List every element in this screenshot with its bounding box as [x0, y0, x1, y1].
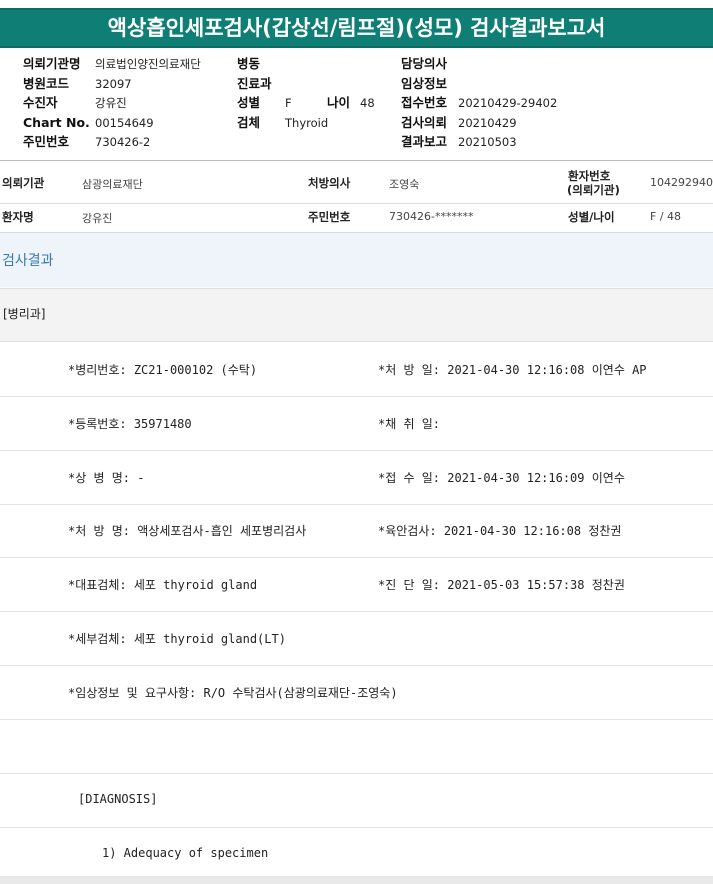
- specimen-label: 검체: [237, 114, 261, 130]
- diagnosis-item: 1) Adequacy of specimen: [102, 846, 269, 860]
- result-left-5: *대표검체: 세포 thyroid gland: [68, 578, 258, 592]
- info-rrn-value: 730426-*******: [389, 210, 474, 223]
- result-left-7: *임상정보 및 요구사항: R/O 수탁검사(삼광의료재단-조영숙): [68, 686, 398, 700]
- info-inst-label: 의뢰기관: [2, 176, 45, 190]
- receipt-no-label: 접수번호: [401, 95, 448, 110]
- chart-no-label: Chart No.: [23, 114, 90, 130]
- ward-label: 병동: [237, 56, 261, 71]
- result-divider: [0, 557, 713, 558]
- result-left-3: *상 병 명: -: [68, 471, 145, 485]
- result-divider: [0, 396, 713, 397]
- report-date-value: 20210503: [458, 135, 517, 149]
- header-divider: [0, 160, 713, 161]
- age-value: 48: [360, 96, 375, 110]
- result-left-2: *등록번호: 35971480: [68, 417, 192, 431]
- info-sexage-value: F / 48: [650, 210, 682, 223]
- chart-no-value: 00154649: [95, 115, 154, 130]
- result-right-1: *처 방 일: 2021-04-30 12:16:08 이연수 AP: [378, 363, 647, 377]
- header-col1: 의뢰기관명 의료법인양진의료재단 병원코드 32097 수진자 강유진 Chart N…: [23, 54, 201, 152]
- specimen-value: Thyroid: [285, 115, 329, 130]
- clinical-info-label: 임상정보: [401, 75, 448, 91]
- receipt-no-value: 20210429-29402: [458, 96, 558, 110]
- info-name-value: 강유진: [82, 212, 113, 225]
- hospital-code-value: 32097: [95, 76, 132, 91]
- result-divider: [0, 504, 713, 505]
- result-right-5: *진 단 일: 2021-05-03 15:57:38 정찬권: [378, 578, 625, 592]
- request-date-label: 검사의뢰: [401, 114, 448, 130]
- hospital-code-label: 병원코드: [23, 75, 70, 91]
- diagnosis-heading: [DIAGNOSIS]: [78, 792, 158, 806]
- result-divider: [0, 611, 713, 612]
- section-title: 검사결과: [2, 253, 54, 269]
- inst-name-value: 의료법인양진의료재단: [95, 57, 201, 71]
- info-patno-value: 1042929402: [650, 176, 713, 189]
- report-title: 액상흡인세포검사(갑상선/림프절)(성모) 검사결과보고서: [0, 8, 713, 48]
- result-right-4: *육안검사: 2021-04-30 12:16:08 정찬권: [378, 524, 622, 538]
- info-row-2: 환자명 강유진 주민번호 730426-******* 성별/나이 F / 48: [0, 204, 713, 232]
- info-sexage-label: 성별/나이: [568, 210, 615, 224]
- header-col3: 담당의사 임상정보 접수번호 20210429-29402 검사의뢰 2021042…: [401, 54, 557, 152]
- age-label: 나이: [327, 95, 351, 110]
- result-left-1: *병리번호: ZC21-000102 (수탁): [68, 363, 258, 377]
- bottom-strip: [0, 876, 713, 884]
- info-inst-value: 삼광의료재단: [82, 178, 143, 191]
- department-label: [병리과]: [3, 307, 46, 321]
- result-divider: [0, 773, 713, 774]
- result-right-3: *접 수 일: 2021-04-30 12:16:09 이연수: [378, 471, 625, 485]
- sex-value: F: [285, 96, 292, 110]
- info-name-label: 환자명: [2, 210, 34, 224]
- section-header: 검사결과: [0, 232, 713, 287]
- department-bar: [병리과]: [0, 288, 713, 342]
- info-row-1: 의뢰기관 삼광의료재단 처방의사 조영숙 환자번호 (의뢰기관) 1042929…: [0, 168, 713, 202]
- info-doctor-label: 처방의사: [308, 176, 351, 190]
- rrn-value: 730426-2: [95, 135, 151, 149]
- rrn-label: 주민번호: [23, 134, 70, 149]
- result-left-4: *처 방 명: 액상세포검사-흡인 세포병리검사: [68, 524, 307, 538]
- result-right-2: *채 취 일:: [378, 417, 441, 431]
- result-divider: [0, 450, 713, 451]
- result-divider: [0, 827, 713, 828]
- result-divider: [0, 665, 713, 666]
- sex-label: 성별: [237, 95, 261, 110]
- info-doctor-value: 조영숙: [389, 178, 420, 191]
- patient-label: 수진자: [23, 95, 58, 110]
- result-divider: [0, 719, 713, 720]
- patient-value: 강유진: [95, 96, 127, 110]
- dept-label: 진료과: [237, 75, 272, 91]
- header-col2: 병동 진료과 성별 F 나이 48 검체 Thyroid: [237, 54, 375, 132]
- inst-name-label: 의뢰기관명: [23, 56, 81, 71]
- info-patno-sublabel: (의뢰기관): [567, 183, 620, 197]
- request-date-value: 20210429: [458, 115, 517, 130]
- info-rrn-label: 주민번호: [308, 210, 351, 224]
- result-left-6: *세부검체: 세포 thyroid gland(LT): [68, 632, 286, 646]
- report-date-label: 결과보고: [401, 134, 448, 149]
- doctor-label: 담당의사: [401, 56, 448, 71]
